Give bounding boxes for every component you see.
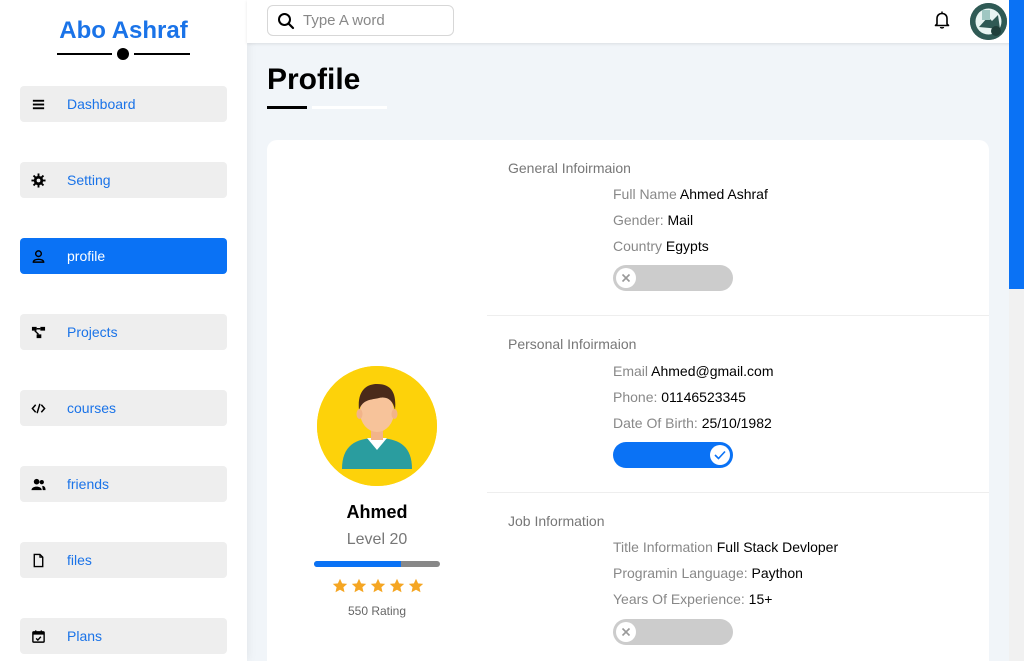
sidebar-item-label: Plans [67, 628, 103, 644]
job-title-row: Title Information Full Stack Devloper [613, 539, 838, 555]
sidebar: Abo Ashraf Dashboard Setting profile Pro… [0, 0, 247, 661]
star-icon [332, 578, 348, 593]
level-progress-bar [314, 561, 440, 567]
brand-divider-right [134, 53, 190, 55]
sidebar-item-projects[interactable]: Projects [20, 314, 227, 350]
file-icon [29, 551, 47, 569]
bell-icon[interactable] [933, 10, 951, 30]
sidebar-item-label: courses [67, 400, 117, 416]
experience-label: Years Of Experience: [613, 591, 745, 607]
star-icon [370, 578, 386, 593]
star-icon [408, 578, 424, 593]
phone-value: 01146523345 [661, 389, 746, 405]
job-info-section: Job Information Title Information Full S… [487, 493, 989, 661]
country-label: Country [613, 238, 663, 254]
job-title-label: Title Information [613, 539, 713, 555]
sidebar-item-profile[interactable]: profile [20, 238, 227, 274]
sidebar-item-plans[interactable]: Plans [20, 618, 227, 654]
search-input[interactable] [303, 12, 443, 29]
full-name-row: Full Name Ahmed Ashraf [613, 186, 768, 202]
users-icon [29, 475, 47, 493]
country-row: Country Egypts [613, 238, 709, 254]
email-row: Email Ahmed@gmail.com [613, 363, 774, 379]
sidebar-item-files[interactable]: files [20, 542, 227, 578]
gender-label: Gender: [613, 212, 664, 228]
close-icon [616, 268, 636, 288]
full-name-value: Ahmed Ashraf [679, 186, 768, 202]
experience-row: Years Of Experience: 15+ [613, 591, 772, 607]
brand-divider-left [57, 53, 112, 55]
email-value: Ahmed@gmail.com [651, 363, 774, 379]
rating-stars [332, 578, 424, 594]
profile-avatar [317, 366, 437, 486]
star-icon [351, 578, 367, 593]
country-value: Egypts [665, 238, 709, 254]
phone-row: Phone: 01146523345 [613, 389, 746, 405]
experience-value: 15+ [748, 591, 773, 607]
title-underline-dark [267, 106, 307, 109]
language-row: Programin Language: Paython [613, 565, 803, 581]
sidebar-item-label: friends [67, 476, 110, 492]
full-name-label: Full Name [613, 186, 677, 202]
gender-row: Gender: Mail [613, 212, 693, 228]
section-title: Personal Infoirmaion [508, 336, 637, 352]
sidebar-item-dashboard[interactable]: Dashboard [20, 86, 227, 122]
dob-label: Date Of Birth: [613, 415, 698, 431]
phone-label: Phone: [613, 389, 658, 405]
diagram-icon [29, 323, 47, 341]
search-box [267, 5, 454, 36]
profile-name: Ahmed [346, 502, 408, 522]
search-icon [278, 12, 295, 29]
general-info-section: General Infoirmaion Full Name Ahmed Ashr… [487, 140, 989, 316]
level-progress-fill [314, 561, 401, 567]
email-label: Email [613, 363, 649, 379]
sidebar-item-label: Setting [67, 172, 111, 188]
check-icon [710, 445, 730, 465]
general-info-toggle[interactable] [613, 265, 733, 291]
calendar-check-icon [29, 627, 47, 645]
sidebar-item-courses[interactable]: courses [20, 390, 227, 426]
page-title: Profile [267, 63, 361, 96]
menu-icon [29, 95, 47, 113]
personal-info-section: Personal Infoirmaion Email Ahmed@gmail.c… [487, 316, 989, 493]
job-title-value: Full Stack Devloper [716, 539, 839, 555]
language-value: Paython [751, 565, 803, 581]
code-icon [29, 399, 47, 417]
dob-row: Date Of Birth: 25/10/1982 [613, 415, 772, 431]
title-underline-light [312, 106, 387, 109]
section-title: General Infoirmaion [508, 160, 631, 176]
sidebar-item-label: Projects [67, 324, 118, 340]
brand-divider-dot [117, 48, 129, 60]
sidebar-item-setting[interactable]: Setting [20, 162, 227, 198]
top-header [247, 0, 1024, 43]
close-icon [616, 622, 636, 642]
section-title: Job Information [508, 513, 605, 529]
job-info-toggle[interactable] [613, 619, 733, 645]
user-avatar[interactable] [970, 3, 1007, 40]
sidebar-item-label: profile [67, 248, 106, 264]
personal-info-toggle[interactable] [613, 442, 733, 468]
sidebar-item-label: Dashboard [67, 96, 136, 112]
gender-value: Mail [667, 212, 694, 228]
brand-title: Abo Ashraf [59, 17, 188, 44]
star-icon [389, 578, 405, 593]
dob-value: 25/10/1982 [701, 415, 772, 431]
profile-level: Level 20 [346, 531, 408, 548]
language-label: Programin Language: [613, 565, 748, 581]
sidebar-item-label: files [67, 552, 92, 568]
sidebar-item-friends[interactable]: friends [20, 466, 227, 502]
scrollbar-thumb[interactable] [1009, 0, 1024, 289]
rating-count: 550 Rating [347, 604, 407, 618]
user-icon [29, 247, 47, 265]
gear-icon [29, 171, 47, 189]
